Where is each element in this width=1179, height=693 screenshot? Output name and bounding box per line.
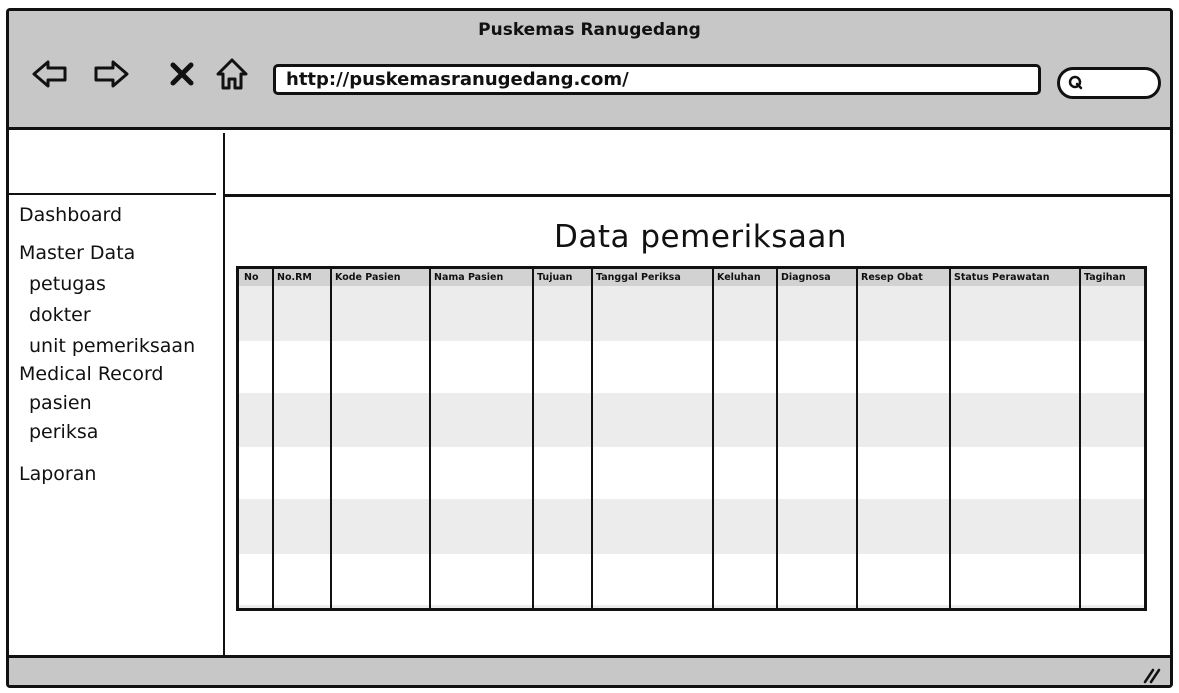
column-header-keluhan[interactable]: Keluhan — [714, 269, 776, 286]
stop-button[interactable] — [163, 55, 201, 93]
column-header-resep-obat[interactable]: Resep Obat — [858, 269, 949, 286]
browser-window: Puskemas Ranugedang http://puskemasranug… — [6, 8, 1173, 688]
column-header-no-rm[interactable]: No.RM — [274, 269, 330, 286]
sidebar-divider — [223, 133, 225, 655]
column-header-diagnosa[interactable]: Diagnosa — [778, 269, 856, 286]
column-header-kode-pasien[interactable]: Kode Pasien — [332, 269, 429, 286]
forward-button[interactable] — [92, 55, 130, 93]
address-bar[interactable]: http://puskemasranugedang.com/ — [273, 64, 1041, 95]
arrow-right-icon — [94, 60, 129, 88]
sidebar-item-pasien[interactable]: pasien — [19, 391, 219, 415]
sidebar-item-laporan[interactable]: Laporan — [19, 462, 219, 486]
window-title: Puskemas Ranugedang — [478, 20, 701, 40]
sidebar-item-unit-pemeriksaan[interactable]: unit pemeriksaan — [19, 334, 219, 358]
content-header-separator — [225, 194, 1170, 197]
column-header-no[interactable]: No — [241, 269, 272, 286]
page-title: Data pemeriksaan — [554, 219, 847, 255]
search-icon — [1068, 75, 1083, 90]
column-header-status-perawatan[interactable]: Status Perawatan — [951, 269, 1079, 286]
sidebar-menu: Dashboard Master Data petugas dokter uni… — [19, 203, 219, 486]
close-icon — [170, 62, 194, 86]
sidebar-separator — [9, 193, 216, 195]
resize-grip-icon[interactable] — [1142, 664, 1162, 684]
home-button[interactable] — [213, 55, 251, 93]
column-divider — [591, 269, 593, 608]
sidebar-item-petugas[interactable]: petugas — [19, 272, 219, 296]
table-row — [239, 286, 1144, 341]
column-divider — [330, 269, 332, 608]
sidebar-item-medical-record[interactable]: Medical Record — [19, 362, 219, 386]
home-icon — [216, 58, 248, 90]
sidebar-item-periksa[interactable]: periksa — [19, 420, 219, 444]
sidebar-item-dokter[interactable]: dokter — [19, 303, 219, 327]
data-table: No No.RM Kode Pasien Nama Pasien Tujuan … — [236, 266, 1147, 611]
column-divider — [712, 269, 714, 608]
back-button[interactable] — [31, 55, 69, 93]
column-header-nama-pasien[interactable]: Nama Pasien — [431, 269, 532, 286]
arrow-left-icon — [32, 60, 67, 88]
table-row — [239, 605, 1144, 608]
status-bar — [9, 655, 1170, 685]
column-divider — [949, 269, 951, 608]
browser-toolbar: Puskemas Ranugedang http://puskemasranug… — [9, 11, 1170, 130]
column-divider — [856, 269, 858, 608]
column-header-tanggal-periksa[interactable]: Tanggal Periksa — [593, 269, 712, 286]
table-row — [239, 499, 1144, 554]
column-divider — [532, 269, 534, 608]
column-divider — [776, 269, 778, 608]
column-header-tujuan[interactable]: Tujuan — [534, 269, 591, 286]
table-row — [239, 393, 1144, 447]
search-field[interactable] — [1057, 67, 1161, 99]
sidebar-item-master-data[interactable]: Master Data — [19, 241, 219, 265]
column-divider — [272, 269, 274, 608]
sidebar-item-dashboard[interactable]: Dashboard — [19, 203, 219, 227]
column-divider — [429, 269, 431, 608]
column-divider — [1079, 269, 1081, 608]
column-header-tagihan[interactable]: Tagihan — [1081, 269, 1144, 286]
